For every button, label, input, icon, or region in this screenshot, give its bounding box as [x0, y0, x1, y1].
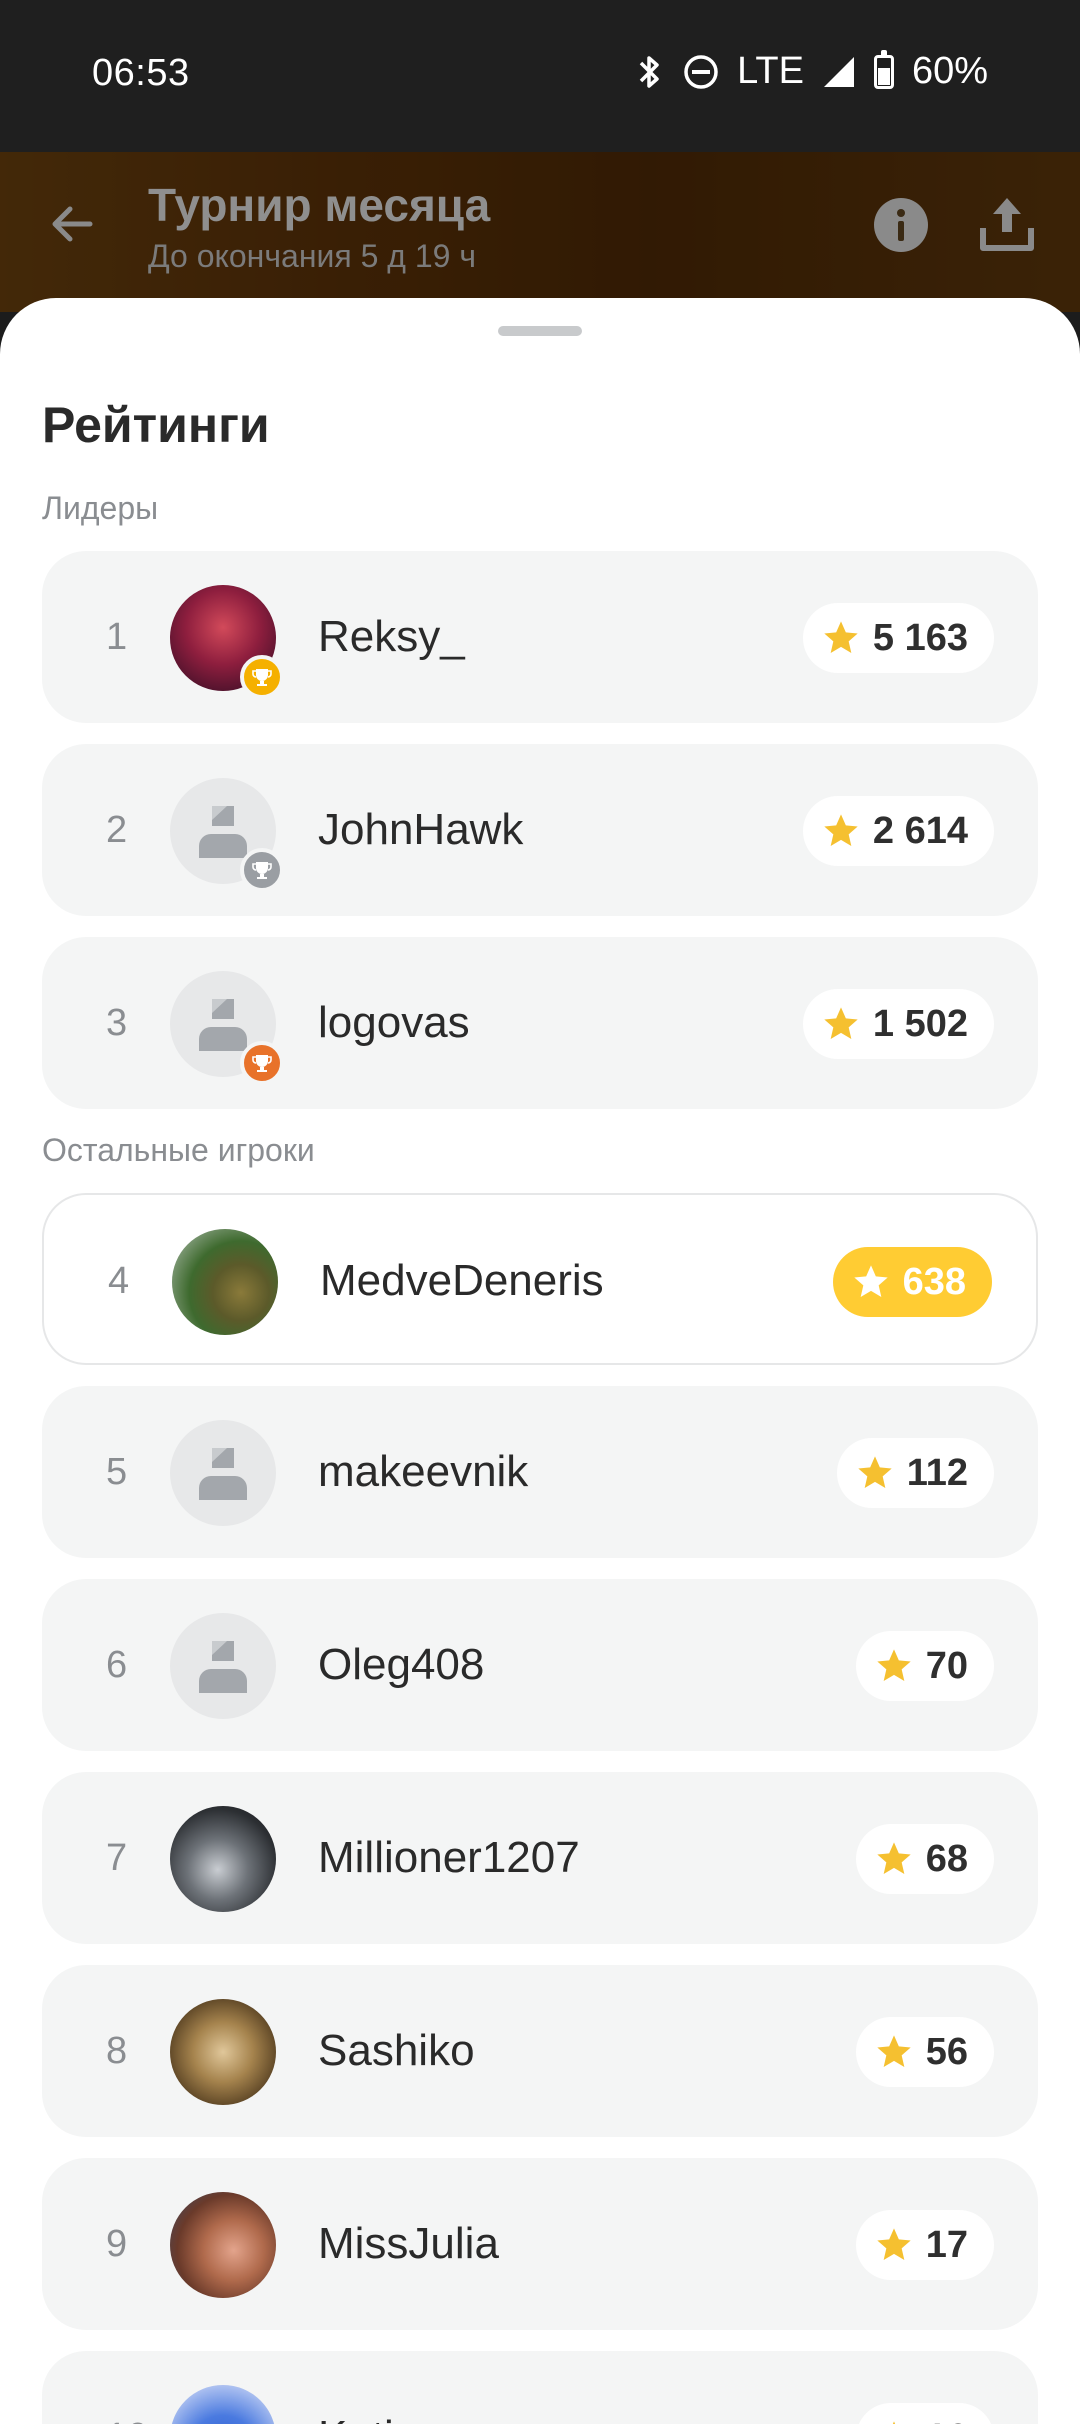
player-name: Katia	[318, 2351, 418, 2424]
player-name: MedveDeneris	[320, 1256, 604, 1305]
page-title: Турнир месяца	[148, 179, 491, 231]
avatar-placeholder	[170, 971, 284, 1085]
person-icon	[199, 1448, 247, 1500]
leaderboard-row[interactable]: 7 Millioner1207 68	[42, 1772, 1038, 1944]
score-value: 56	[925, 2030, 968, 2073]
star-icon	[824, 814, 858, 846]
avatar	[170, 1999, 276, 2105]
score-value: 2 614	[872, 809, 968, 852]
gold-trophy-icon	[240, 655, 284, 699]
rank-number: 5	[106, 1451, 128, 1493]
score-value: 70	[925, 1644, 968, 1687]
score-value: 1 502	[872, 1002, 968, 1045]
player-name: JohnHawk	[318, 805, 524, 854]
rank-number: 7	[106, 1837, 128, 1879]
star-icon	[877, 1842, 911, 1874]
star-icon	[877, 2228, 911, 2260]
avatar-placeholder	[170, 778, 284, 892]
score-value: 5 163	[872, 616, 968, 659]
status-time: 06:53	[92, 52, 190, 94]
rank-number: 1	[106, 616, 128, 658]
battery-percent: 60%	[911, 50, 988, 92]
star-icon	[824, 621, 858, 653]
ratings-sheet: Рейтинги Лидеры 1 Reksy_ 5 163 2 JohnHaw…	[0, 298, 1080, 2424]
share-icon[interactable]	[978, 192, 1036, 254]
other-players-section-label: Остальные игроки	[42, 1132, 315, 1168]
score-badge: 1 502	[802, 989, 994, 1059]
rank-number: 8	[106, 2030, 128, 2072]
star-icon	[853, 1265, 888, 1297]
sheet-drag-handle[interactable]	[498, 326, 582, 336]
player-name: Reksy_	[318, 612, 465, 661]
score-badge: 17	[855, 2210, 994, 2280]
player-name: Oleg408	[318, 1640, 485, 1689]
score-value: 17	[925, 2223, 968, 2266]
rank-number: 4	[108, 1260, 130, 1302]
score-value: 638	[902, 1260, 966, 1303]
leaderboard-row[interactable]: 5 makeevnik 112	[42, 1386, 1038, 1558]
do-not-disturb-icon	[683, 54, 719, 90]
rank-number: 2	[106, 809, 128, 851]
avatar	[170, 2385, 276, 2424]
tournament-header: Турнир месяца До окончания 5 д 19 ч	[0, 152, 1080, 312]
leaderboard-row[interactable]: 2 JohnHawk 2 614	[42, 744, 1038, 916]
person-icon	[199, 999, 247, 1051]
leaders-section-label: Лидеры	[42, 490, 159, 526]
star-icon	[892, 2421, 895, 2424]
star-icon	[877, 1649, 911, 1681]
score-value: 68	[925, 1837, 968, 1880]
star-icon	[877, 2035, 911, 2067]
battery-icon	[873, 49, 894, 89]
leaderboard-row[interactable]: 6 Oleg408 70	[42, 1579, 1038, 1751]
silver-trophy-icon	[240, 848, 284, 892]
player-name: logovas	[318, 998, 470, 1047]
star-icon	[824, 1007, 858, 1039]
score-badge: 16	[855, 2403, 994, 2424]
signal-icon	[822, 55, 856, 89]
ratings-title: Рейтинги	[42, 397, 270, 453]
player-name: Sashiko	[318, 2026, 475, 2075]
score-badge: 638	[832, 1247, 992, 1317]
score-badge: 112	[836, 1438, 994, 1508]
status-bar: 06:53 LTE 60%	[0, 0, 1080, 152]
leaderboard-row[interactable]: 10 Katia 16	[42, 2351, 1038, 2424]
rank-number: 6	[106, 1644, 128, 1686]
score-value: 112	[906, 1451, 968, 1494]
info-icon[interactable]	[872, 196, 930, 254]
leaderboard-row[interactable]: 1 Reksy_ 5 163	[42, 551, 1038, 723]
avatar	[170, 2192, 276, 2298]
leaderboard-row[interactable]: 8 Sashiko 56	[42, 1965, 1038, 2137]
player-name: MissJulia	[318, 2219, 499, 2268]
leaderboard-row[interactable]: 3 logovas 1 502	[42, 937, 1038, 1109]
score-value: 16	[926, 2417, 968, 2424]
score-badge: 5 163	[802, 603, 994, 673]
person-icon	[199, 806, 247, 858]
rank-number: 9	[106, 2223, 128, 2265]
rank-number: 10	[106, 2351, 148, 2424]
person-icon	[199, 1641, 247, 1693]
rank-number: 3	[106, 1002, 128, 1044]
avatar	[172, 1229, 278, 1335]
avatar	[170, 1806, 276, 1912]
avatar	[170, 585, 284, 699]
leaderboard-row[interactable]: 9 MissJulia 17	[42, 2158, 1038, 2330]
back-arrow-icon[interactable]	[44, 196, 100, 252]
page-subtitle: До окончания 5 д 19 ч	[148, 238, 476, 274]
player-name: makeevnik	[318, 1447, 529, 1496]
avatar-placeholder	[170, 1613, 276, 1719]
network-type: LTE	[737, 50, 804, 92]
score-badge: 70	[855, 1631, 994, 1701]
star-icon	[858, 1456, 892, 1488]
player-name: Millioner1207	[318, 1833, 580, 1882]
score-badge: 68	[855, 1824, 994, 1894]
bluetooth-icon	[635, 53, 665, 91]
bronze-trophy-icon	[240, 1041, 284, 1085]
avatar-placeholder	[170, 1420, 276, 1526]
score-badge: 2 614	[802, 796, 994, 866]
leaderboard-row-current-user[interactable]: 4 MedveDeneris 638	[42, 1193, 1038, 1365]
score-badge: 56	[855, 2017, 994, 2087]
